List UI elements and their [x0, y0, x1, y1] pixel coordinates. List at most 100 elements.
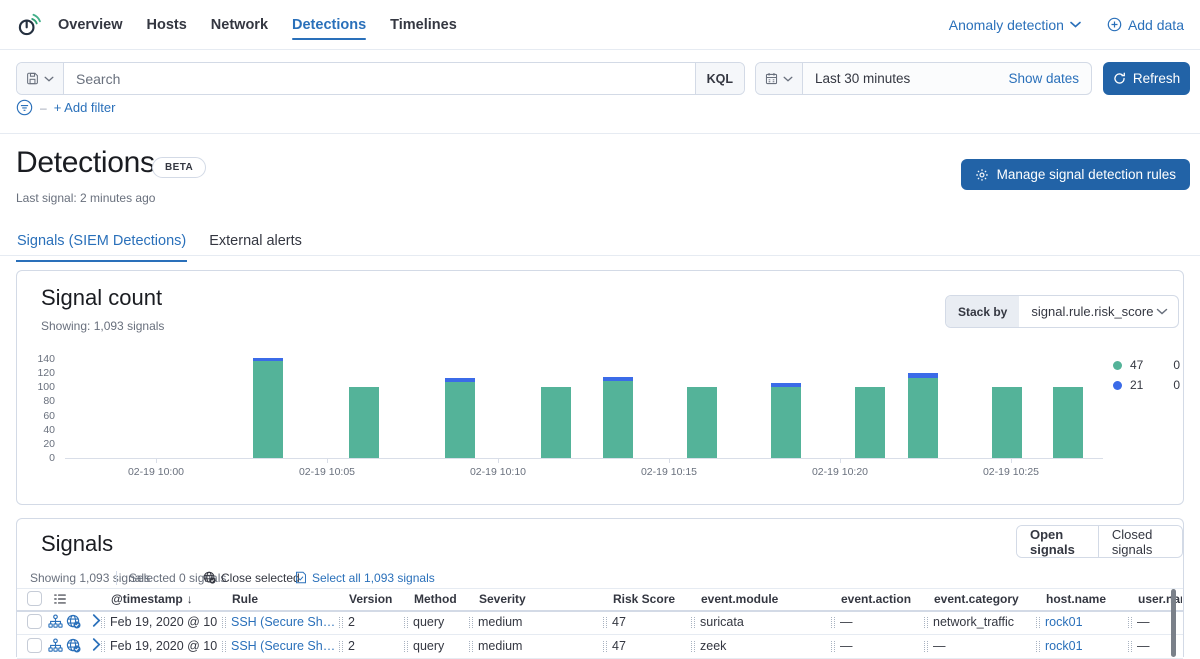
cell-risk_score: 47 [603, 634, 685, 658]
drag-handle[interactable] [469, 617, 473, 628]
nav-item-network[interactable]: Network [211, 0, 268, 49]
legend-label: 47 [1130, 358, 1152, 372]
drag-handle[interactable] [1036, 641, 1040, 652]
nav-item-detections[interactable]: Detections [292, 0, 366, 49]
row-checkbox[interactable] [27, 614, 42, 629]
legend-item[interactable]: 210 [1113, 375, 1180, 395]
analyze-event-icon[interactable] [48, 614, 63, 629]
drag-handle[interactable] [831, 641, 835, 652]
column-header-host_name[interactable]: host.name [1046, 592, 1132, 606]
cell-value-risk_score: 47 [612, 639, 626, 653]
add-filter-button[interactable]: + Add filter [54, 100, 116, 115]
add-data-label: Add data [1128, 17, 1184, 33]
investigate-in-timeline-icon[interactable] [66, 614, 81, 629]
drag-handle[interactable] [339, 617, 343, 628]
drag-handle[interactable] [222, 617, 226, 628]
manage-rules-label: Manage signal detection rules [997, 167, 1176, 182]
search-input[interactable] [64, 71, 695, 87]
drag-handle[interactable] [101, 641, 105, 652]
column-header-rule[interactable]: Rule [232, 592, 346, 606]
column-header-risk_score[interactable]: Risk Score [613, 592, 695, 606]
closed-signals-filter[interactable]: Closed signals [1099, 526, 1182, 557]
stack-by-select[interactable]: signal.rule.risk_score [1019, 304, 1153, 319]
gear-icon [975, 168, 989, 182]
column-header-event_action[interactable]: event.action [841, 592, 927, 606]
cell-value-event_action: — [840, 615, 853, 629]
expand-row-icon[interactable] [92, 638, 101, 651]
drag-handle[interactable] [924, 617, 928, 628]
cell-event_action: — [831, 610, 917, 634]
table-row: Feb 19, 2020 @ 10:26:39.800SSH (Secure S… [17, 634, 1183, 659]
close-selected-button[interactable]: Close selected [203, 571, 300, 585]
drag-handle[interactable] [603, 641, 607, 652]
time-range-value[interactable]: Last 30 minutes [803, 71, 910, 86]
chart-bar-segment [771, 383, 801, 387]
siem-logo-icon[interactable] [16, 12, 42, 38]
drag-handle[interactable] [691, 617, 695, 628]
column-header-event_category[interactable]: event.category [934, 592, 1040, 606]
column-header-method[interactable]: Method [414, 592, 474, 606]
anomaly-detection-menu[interactable]: Anomaly detection [949, 17, 1081, 33]
drag-handle[interactable] [603, 617, 607, 628]
nav-item-timelines[interactable]: Timelines [390, 0, 457, 49]
cell-method: query [404, 610, 464, 634]
select-all-button[interactable]: Select all 1,093 signals [295, 571, 435, 585]
tab-external-alerts[interactable]: External alerts [208, 227, 303, 262]
select-all-checkbox[interactable] [27, 591, 42, 606]
cell-value-user_name: — [1137, 615, 1150, 629]
drag-handle[interactable] [1128, 617, 1132, 628]
drag-handle[interactable] [101, 617, 105, 628]
column-header-event_module[interactable]: event.module [701, 592, 833, 606]
manage-rules-button[interactable]: Manage signal detection rules [961, 159, 1190, 190]
cell-value-event_module: zeek [700, 639, 726, 653]
analyze-event-icon[interactable] [48, 638, 63, 653]
cell-value-rule[interactable]: SSH (Secure Shell) from th... [231, 639, 336, 653]
drag-handle[interactable] [222, 641, 226, 652]
x-axis-label: 02-19 10:00 [128, 466, 184, 478]
cell-user_name: — [1128, 610, 1172, 634]
y-axis-label: 120 [25, 367, 55, 379]
legend-item[interactable]: 470 [1113, 355, 1180, 375]
row-checkbox[interactable] [27, 638, 42, 653]
drag-handle[interactable] [691, 641, 695, 652]
tab-signals-siem-detections-[interactable]: Signals (SIEM Detections) [16, 227, 187, 262]
filter-dash: – [40, 101, 47, 115]
drag-handle[interactable] [339, 641, 343, 652]
cell-method: query [404, 634, 464, 658]
column-header-version[interactable]: Version [349, 592, 409, 606]
cell-value-method: query [413, 615, 444, 629]
nav-item-overview[interactable]: Overview [58, 0, 123, 49]
add-data-link[interactable]: Add data [1107, 17, 1184, 33]
drag-handle[interactable] [1036, 617, 1040, 628]
column-header-timestamp[interactable]: @timestamp↓ [111, 592, 227, 606]
open-signals-filter[interactable]: Open signals [1017, 526, 1098, 557]
x-axis-tick [669, 458, 670, 463]
cell-user_name: — [1128, 634, 1172, 658]
cell-value-host_name[interactable]: rock01 [1045, 615, 1083, 629]
drag-handle[interactable] [924, 641, 928, 652]
nav-item-hosts[interactable]: Hosts [147, 0, 187, 49]
legend-dot-icon [1113, 381, 1122, 390]
filter-icon[interactable] [16, 99, 33, 116]
drag-handle[interactable] [1128, 641, 1132, 652]
drag-handle[interactable] [469, 641, 473, 652]
y-axis-label: 20 [25, 438, 55, 450]
quick-ranges-menu[interactable] [756, 63, 803, 94]
show-dates-button[interactable]: Show dates [1008, 71, 1091, 86]
drag-handle[interactable] [404, 641, 408, 652]
cell-value-rule[interactable]: SSH (Secure Shell) from th... [231, 615, 336, 629]
kql-toggle[interactable]: KQL [695, 63, 744, 94]
saved-query-menu[interactable] [17, 63, 64, 94]
y-axis-label: 100 [25, 381, 55, 393]
investigate-in-timeline-icon[interactable] [66, 638, 81, 653]
vertical-scrollbar[interactable] [1171, 589, 1176, 657]
chart-bar-segment [349, 387, 379, 458]
refresh-button[interactable]: Refresh [1103, 62, 1190, 95]
expand-row-icon[interactable] [92, 614, 101, 627]
fields-browser-icon[interactable] [53, 592, 67, 606]
cell-rule: SSH (Secure Shell) from th... [222, 610, 336, 634]
cell-value-host_name[interactable]: rock01 [1045, 639, 1083, 653]
column-header-severity[interactable]: Severity [479, 592, 571, 606]
drag-handle[interactable] [404, 617, 408, 628]
drag-handle[interactable] [831, 617, 835, 628]
